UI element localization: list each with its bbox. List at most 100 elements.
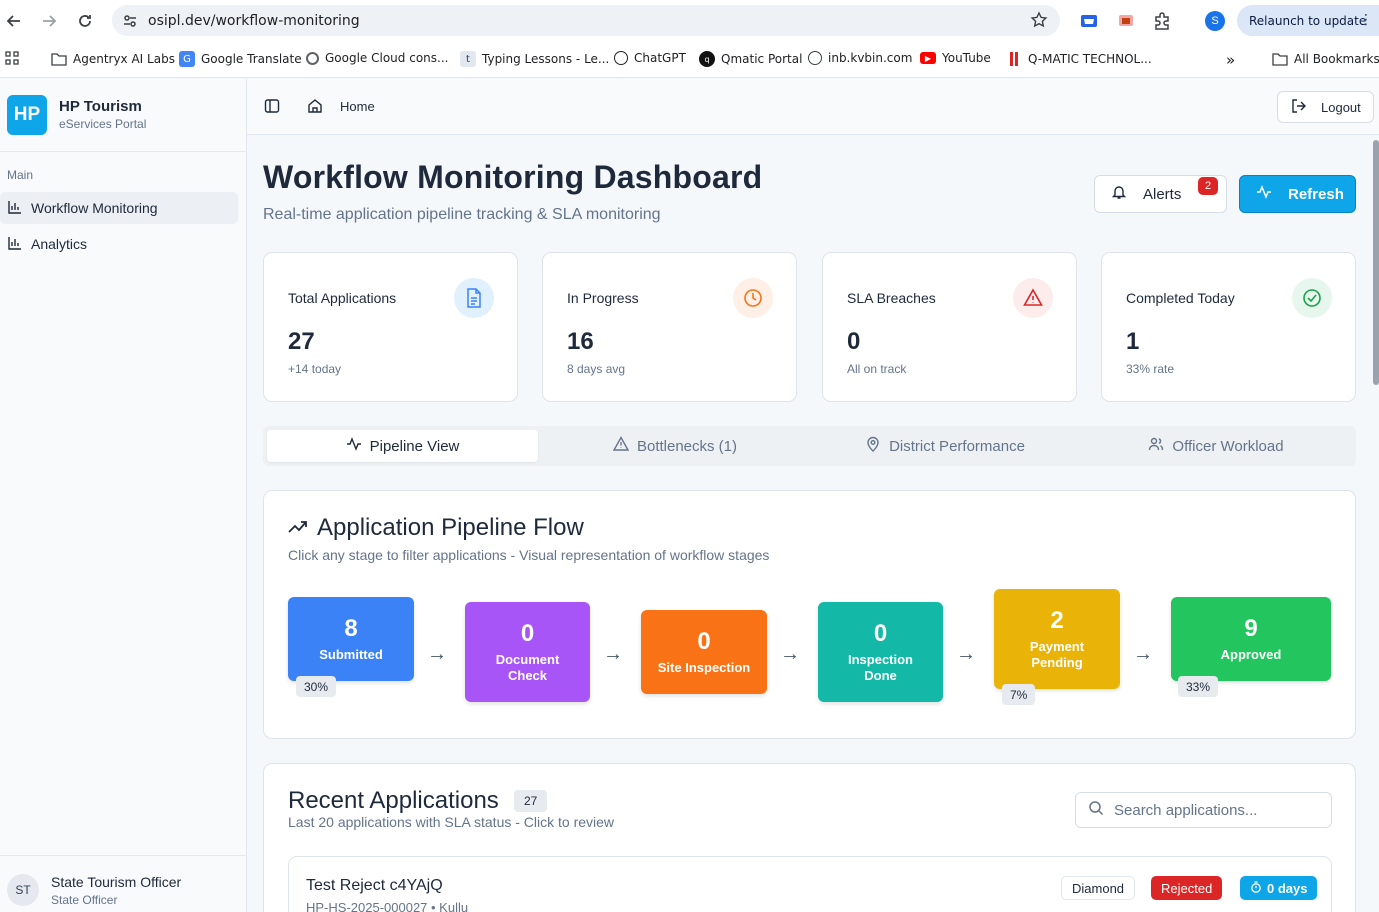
recent-subtitle: Last 20 applications with SLA status - C…	[288, 814, 615, 830]
profile-avatar[interactable]: S	[1205, 11, 1225, 31]
breadcrumb-home[interactable]: Home	[340, 99, 375, 114]
application-row[interactable]: Test Reject c4YAjQ HP-HS-2025-000027 • K…	[288, 856, 1332, 912]
bookmark-google-cloud[interactable]: Google Cloud cons...	[306, 51, 448, 65]
bookmark-youtube[interactable]: ▶ YouTube	[920, 51, 991, 65]
category-badge: Diamond	[1061, 876, 1136, 900]
globe-icon	[808, 51, 822, 65]
bookmark-typing-lessons[interactable]: t Typing Lessons - Le...	[460, 51, 609, 67]
google-translate-icon: G	[179, 51, 195, 67]
tab-pipeline-view[interactable]: Pipeline View	[267, 430, 538, 462]
search-icon	[1088, 800, 1104, 821]
brand-title: HP Tourism	[59, 98, 142, 115]
bookmark-qmatic[interactable]: q Qmatic Portal	[699, 51, 802, 67]
youtube-icon: ▶	[920, 52, 936, 64]
stage-approved[interactable]: 9 Approved	[1171, 597, 1331, 681]
sidebar-toggle-icon[interactable]	[264, 98, 280, 119]
warning-triangle-icon	[612, 436, 630, 456]
arrow-right-icon: →	[603, 643, 623, 665]
sla-days-badge: 0 days	[1240, 876, 1318, 900]
stage-percent-badge: 33%	[1178, 676, 1219, 697]
tab-district-performance[interactable]: District Performance	[810, 430, 1080, 462]
activity-icon	[1256, 184, 1272, 204]
page-scrollbar[interactable]	[1373, 140, 1379, 385]
all-bookmarks[interactable]: All Bookmarks	[1272, 51, 1379, 67]
back-icon[interactable]	[3, 10, 25, 32]
bookmark-google-translate[interactable]: G Google Translate	[179, 51, 302, 67]
cast-extension-icon[interactable]	[1116, 11, 1136, 31]
search-field[interactable]	[1075, 792, 1332, 828]
pipeline-title: Application Pipeline Flow	[317, 514, 584, 541]
url-text[interactable]: osipl.dev/workflow-monitoring	[148, 13, 360, 29]
tab-officer-workload[interactable]: Officer Workload	[1080, 430, 1352, 462]
bar-chart-icon	[8, 200, 22, 217]
trending-up-icon	[288, 520, 308, 539]
stage-document-check[interactable]: 0 Document Check	[465, 602, 590, 702]
bookmark-agentryx[interactable]: Agentryx AI Labs	[51, 51, 175, 67]
google-cloud-icon	[306, 51, 319, 65]
user-name: State Tourism Officer	[51, 874, 182, 890]
stat-card-in-progress[interactable]: In Progress 16 8 days avg	[542, 252, 797, 402]
topbar: Home Logout	[247, 79, 1379, 135]
activity-icon	[346, 436, 362, 456]
application-title: Test Reject c4YAjQ	[306, 877, 443, 894]
apps-grid-icon[interactable]	[5, 51, 19, 65]
stage-inspection-done[interactable]: 0 Inspection Done	[818, 602, 943, 702]
bar-chart-icon	[8, 236, 22, 253]
stat-value: 16	[567, 328, 594, 355]
stat-card-sla-breaches[interactable]: SLA Breaches 0 All on track	[822, 252, 1077, 402]
site-info-icon[interactable]	[122, 13, 138, 34]
address-bar[interactable]: osipl.dev/workflow-monitoring	[112, 5, 1060, 36]
stat-label: Total Applications	[288, 290, 397, 306]
arrow-right-icon: →	[427, 643, 447, 665]
bookmark-star-icon[interactable]	[1030, 11, 1048, 34]
tab-bottlenecks[interactable]: Bottlenecks (1)	[540, 430, 810, 462]
user-profile[interactable]: ST State Tourism Officer State Officer	[0, 855, 246, 912]
stage-site-inspection[interactable]: 0 Site Inspection	[641, 610, 767, 694]
stat-label: In Progress	[567, 290, 639, 306]
stat-card-total[interactable]: Total Applications 27 +14 today	[263, 252, 518, 402]
stage-percent-badge: 30%	[296, 676, 337, 697]
forward-icon[interactable]	[38, 10, 60, 32]
user-role: State Officer	[51, 893, 118, 907]
stage-payment-pending[interactable]: 2 Payment Pending	[994, 589, 1120, 689]
bookmark-qmatic-tech[interactable]: Q-MATIC TECHNOL...	[1006, 51, 1152, 67]
more-menu-icon[interactable]: ⋮	[1359, 12, 1373, 28]
bookmark-chatgpt[interactable]: ChatGPT	[614, 51, 686, 65]
extensions-puzzle-icon[interactable]	[1152, 11, 1172, 31]
sidebar: HP HP Tourism eServices Portal Main Work…	[0, 79, 247, 912]
home-icon[interactable]	[307, 98, 323, 119]
stage-label: Inspection Done	[847, 652, 913, 683]
stat-value: 27	[288, 328, 315, 355]
browser-toolbar: osipl.dev/workflow-monitoring S Relaunch…	[0, 0, 1379, 42]
timer-icon	[1250, 880, 1262, 896]
sidebar-item-label: Workflow Monitoring	[31, 200, 158, 216]
reload-icon[interactable]	[74, 10, 96, 32]
refresh-button[interactable]: Refresh	[1239, 175, 1356, 213]
logout-button[interactable]: Logout	[1277, 91, 1374, 123]
bookmark-kvbin[interactable]: inb.kvbin.com	[808, 51, 912, 65]
relaunch-button[interactable]: Relaunch to update ⋮	[1237, 5, 1379, 36]
bookmarks-bar: Agentryx AI Labs G Google Translate Goog…	[0, 42, 1379, 78]
stat-label: Completed Today	[1126, 290, 1235, 306]
qmatic-tech-icon	[1006, 51, 1022, 67]
stage-count: 0	[697, 628, 711, 655]
sidebar-item-workflow-monitoring[interactable]: Workflow Monitoring	[0, 192, 238, 224]
search-input[interactable]	[1114, 801, 1324, 819]
stage-submitted[interactable]: 8 Submitted	[288, 597, 414, 681]
bell-icon	[1111, 184, 1127, 204]
shopping-extension-icon[interactable]	[1079, 11, 1099, 31]
brand-header: HP HP Tourism eServices Portal	[0, 79, 246, 152]
logout-icon	[1291, 98, 1307, 117]
stat-value: 0	[847, 328, 861, 355]
stat-note: 8 days avg	[567, 362, 626, 376]
arrow-right-icon: →	[780, 643, 800, 665]
more-bookmarks-icon[interactable]: »	[1226, 51, 1235, 69]
page-title: Workflow Monitoring Dashboard	[263, 159, 763, 195]
alerts-count-badge: 2	[1198, 177, 1218, 195]
brand-subtitle: eServices Portal	[59, 117, 147, 131]
sidebar-item-analytics[interactable]: Analytics	[0, 228, 238, 260]
stat-card-completed[interactable]: Completed Today 1 33% rate	[1101, 252, 1356, 402]
sidebar-section-label: Main	[7, 168, 34, 182]
stat-note: +14 today	[288, 362, 342, 376]
document-icon	[454, 278, 494, 318]
